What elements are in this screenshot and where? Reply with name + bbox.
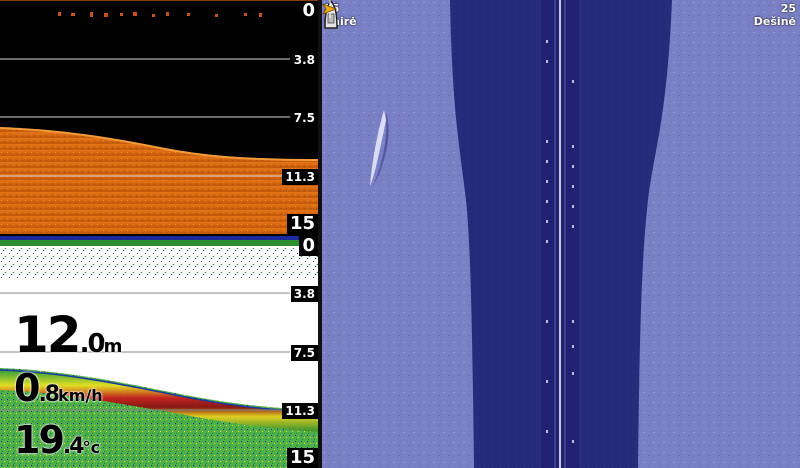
speed-value-dec: .8 xyxy=(38,382,60,407)
temperature-readout: 19.4°c xyxy=(14,418,100,462)
temperature-value-dec: .4 xyxy=(62,434,85,459)
side-imaging-view[interactable]: 25 Kairė 25 Dešinė xyxy=(322,0,800,468)
sonar-top-graphic xyxy=(0,0,320,236)
depth-tick-11-3: 11.3 xyxy=(282,169,318,185)
depth-tick-15: 15 xyxy=(286,214,318,234)
depth-tick-7-5: 7.5 xyxy=(290,110,318,126)
speed-readout: 0.8km/h xyxy=(14,366,103,410)
depth-tick-15: 15 xyxy=(286,448,318,468)
cursor-arrow-icon[interactable] xyxy=(322,0,340,18)
depth-readout: 12.0m xyxy=(14,306,122,364)
range-right-value: 25 xyxy=(780,2,796,15)
depth-tick-0: 0 xyxy=(299,236,318,256)
sonar-2d-color-view[interactable]: 0 3.8 7.5 11.3 15 12.0m 0.8km/h 19.4°c xyxy=(0,236,320,468)
depth-value-dec: .0 xyxy=(79,329,106,359)
depth-tick-3-8: 3.8 xyxy=(290,286,318,302)
side-imaging-graphic xyxy=(322,0,800,468)
range-label-right: 25 Dešinė xyxy=(754,2,796,28)
depth-tick-7-5: 7.5 xyxy=(290,345,318,361)
range-right-side: Dešinė xyxy=(753,15,796,28)
temperature-unit: °c xyxy=(82,438,101,457)
sonar-2d-orange-view[interactable]: 0 3.8 7.5 11.3 15 xyxy=(0,0,320,236)
temperature-value-int: 19 xyxy=(14,418,65,462)
speed-unit: km/h xyxy=(58,386,103,405)
depth-value-int: 12 xyxy=(14,306,82,364)
depth-unit: m xyxy=(103,336,123,357)
depth-tick-11-3: 11.3 xyxy=(282,403,318,419)
depth-tick-3-8: 3.8 xyxy=(290,52,318,68)
depth-tick-0: 0 xyxy=(299,1,318,21)
speed-value-int: 0 xyxy=(14,366,40,410)
